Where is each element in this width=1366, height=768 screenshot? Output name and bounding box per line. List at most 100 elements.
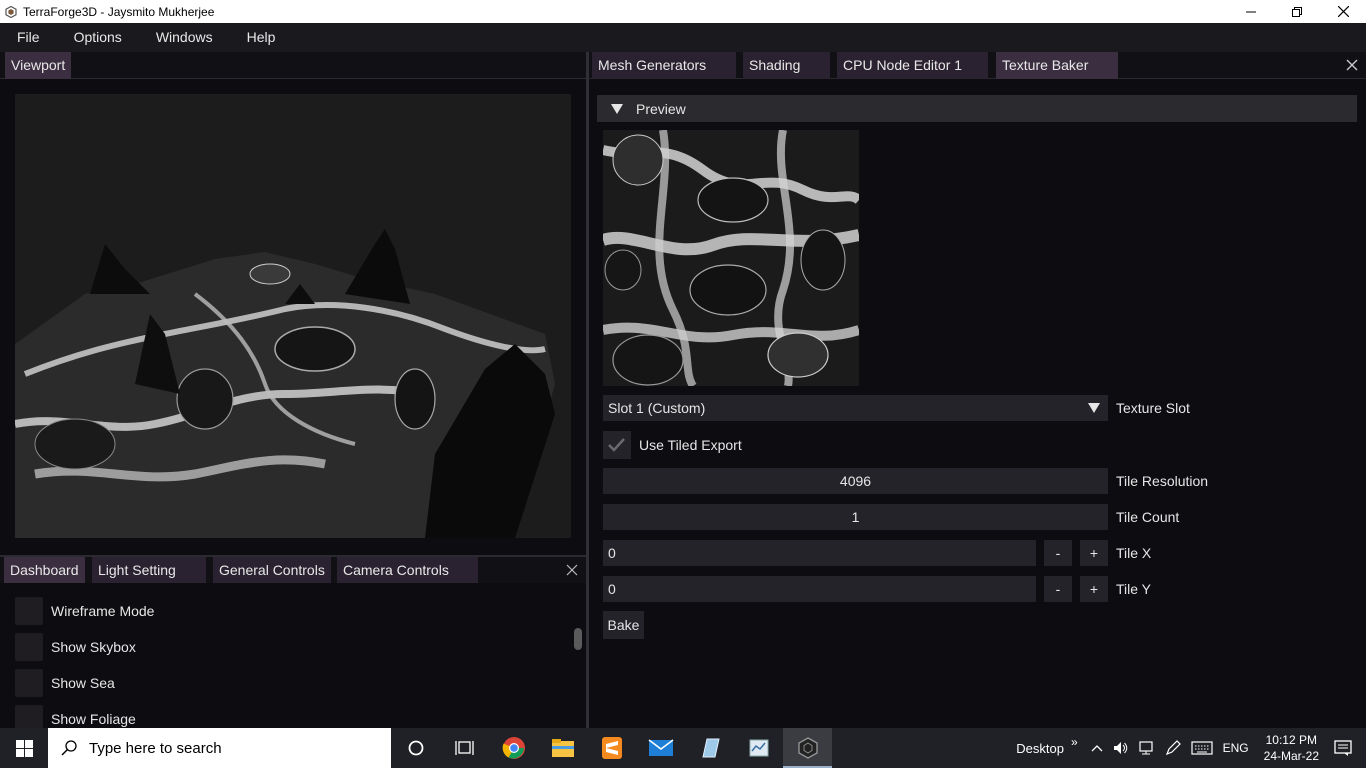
keyboard-icon — [1191, 741, 1213, 755]
notification-icon — [1334, 740, 1352, 756]
volume-button[interactable] — [1113, 741, 1129, 755]
restore-icon — [1292, 6, 1302, 17]
windows-taskbar: Type here to search Desktop » ENG 10:12 … — [0, 728, 1366, 768]
restore-button[interactable] — [1274, 0, 1320, 23]
notepad-app-taskbar-button[interactable] — [734, 728, 783, 768]
minimize-icon — [1246, 11, 1256, 12]
viewport-3d-render[interactable] — [15, 94, 571, 538]
search-placeholder: Type here to search — [89, 739, 222, 757]
start-button[interactable] — [0, 728, 48, 768]
tab-viewport[interactable]: Viewport — [5, 52, 72, 79]
file-explorer-icon — [551, 739, 574, 757]
mail-taskbar-button[interactable] — [636, 728, 685, 768]
tile-y-decrement-button[interactable]: - — [1044, 576, 1072, 602]
terraforge-icon — [797, 737, 818, 759]
network-button[interactable] — [1139, 741, 1155, 755]
close-icon[interactable] — [565, 563, 579, 577]
tile-y-increment-button[interactable]: + — [1080, 576, 1108, 602]
mail-icon — [648, 739, 673, 756]
tile-count-input[interactable]: 1 — [603, 504, 1108, 530]
skybox-checkbox[interactable] — [15, 633, 43, 661]
pen-button[interactable] — [1165, 740, 1181, 756]
close-icon[interactable] — [1345, 58, 1359, 72]
menu-options[interactable]: Options — [70, 23, 126, 52]
terrain-render — [15, 94, 571, 538]
desktop-toolbar-label[interactable]: Desktop — [1016, 741, 1064, 756]
checkbox-row-wireframe[interactable]: Wireframe Mode — [15, 597, 154, 625]
menu-file[interactable]: File — [13, 23, 44, 52]
menu-bar: File Options Windows Help — [0, 23, 1366, 52]
clock[interactable]: 10:12 PM 24-Mar-22 — [1264, 732, 1319, 764]
tile-x-decrement-button[interactable]: - — [1044, 540, 1072, 566]
action-center-button[interactable] — [1334, 740, 1352, 756]
checkbox-label: Show Skybox — [51, 639, 136, 655]
chevron-up-icon — [1091, 745, 1103, 752]
bake-button[interactable]: Bake — [603, 611, 644, 639]
foliage-checkbox[interactable] — [15, 705, 43, 728]
triangle-down-icon — [611, 103, 623, 114]
checkbox-row-skybox[interactable]: Show Skybox — [15, 633, 136, 661]
cortana-button[interactable] — [391, 728, 440, 768]
input-language[interactable]: ENG — [1223, 741, 1249, 755]
tab-general-controls[interactable]: General Controls — [213, 557, 331, 584]
tile-y-input[interactable]: 0 — [603, 576, 1036, 602]
texture-preview-image — [603, 130, 859, 386]
bottom-panel-tab-bar: Dashboard Light Setting General Controls… — [0, 555, 586, 584]
app-notepad-icon — [749, 739, 768, 757]
sublime-text-icon — [601, 737, 622, 759]
checkbox-label: Wireframe Mode — [51, 603, 155, 619]
texture-slot-dropdown[interactable]: Slot 1 (Custom) — [603, 395, 1108, 421]
task-view-icon — [454, 741, 474, 755]
sublime-text-taskbar-button[interactable] — [587, 728, 636, 768]
tab-cpu-node-editor[interactable]: CPU Node Editor 1 — [837, 52, 988, 79]
sea-checkbox[interactable] — [15, 669, 43, 697]
minimize-button[interactable] — [1228, 0, 1274, 23]
tile-x-increment-button[interactable]: + — [1080, 540, 1108, 566]
clock-time: 10:12 PM — [1265, 733, 1317, 747]
pen-icon — [1165, 740, 1181, 756]
terraforge-taskbar-button[interactable] — [783, 728, 832, 768]
window-title: TerraForge3D - Jaysmito Mukherjee — [23, 4, 215, 19]
checkbox-row-foliage[interactable]: Show Foliage — [15, 705, 136, 728]
tab-texture-baker[interactable]: Texture Baker — [996, 52, 1118, 79]
tab-dashboard[interactable]: Dashboard — [4, 557, 85, 584]
panel-splitter[interactable] — [586, 52, 589, 728]
preview-collapsing-header[interactable]: Preview — [597, 95, 1357, 122]
tile-x-input[interactable]: 0 — [603, 540, 1036, 566]
title-bar: TerraForge3D - Jaysmito Mukherjee — [0, 0, 1366, 23]
tile-y-label: Tile Y — [1116, 581, 1152, 597]
tab-mesh-generators[interactable]: Mesh Generators — [592, 52, 736, 79]
terraforge-app-icon — [5, 5, 17, 18]
tab-light-setting[interactable]: Light Setting — [92, 557, 206, 584]
tile-x-label: Tile X — [1116, 545, 1152, 561]
checkbox-row-sea[interactable]: Show Sea — [15, 669, 115, 697]
show-hidden-icons-button[interactable] — [1091, 744, 1103, 752]
tab-shading[interactable]: Shading — [743, 52, 830, 79]
task-view-button[interactable] — [440, 728, 489, 768]
menu-help[interactable]: Help — [243, 23, 280, 52]
scrollbar-thumb[interactable] — [574, 628, 582, 650]
windows-logo-icon — [15, 739, 33, 757]
touch-keyboard-button[interactable] — [1191, 741, 1213, 755]
volume-icon — [1113, 742, 1127, 754]
use-tiled-export-checkbox[interactable] — [603, 431, 631, 459]
close-icon — [1337, 6, 1349, 17]
tab-camera-controls[interactable]: Camera Controls — [337, 557, 478, 584]
taskbar-search-box[interactable]: Type here to search — [48, 728, 391, 768]
viewport-tab-bar: Viewport — [0, 52, 586, 79]
tile-resolution-input[interactable]: 4096 — [603, 468, 1108, 494]
close-window-button[interactable] — [1320, 0, 1366, 23]
blue-app-taskbar-button[interactable] — [685, 728, 734, 768]
wireframe-checkbox[interactable] — [15, 597, 43, 625]
app-blue-icon — [701, 738, 720, 758]
search-icon — [61, 740, 77, 756]
toolbar-overflow-chevron[interactable]: » — [1071, 735, 1078, 749]
file-explorer-taskbar-button[interactable] — [538, 728, 587, 768]
menu-windows[interactable]: Windows — [152, 23, 217, 52]
checkbox-label: Show Foliage — [51, 711, 136, 727]
chrome-taskbar-button[interactable] — [489, 728, 538, 768]
tile-resolution-label: Tile Resolution — [1116, 473, 1209, 489]
dropdown-arrow-icon — [1088, 403, 1100, 413]
network-icon — [1139, 741, 1153, 755]
cortana-icon — [408, 740, 423, 756]
